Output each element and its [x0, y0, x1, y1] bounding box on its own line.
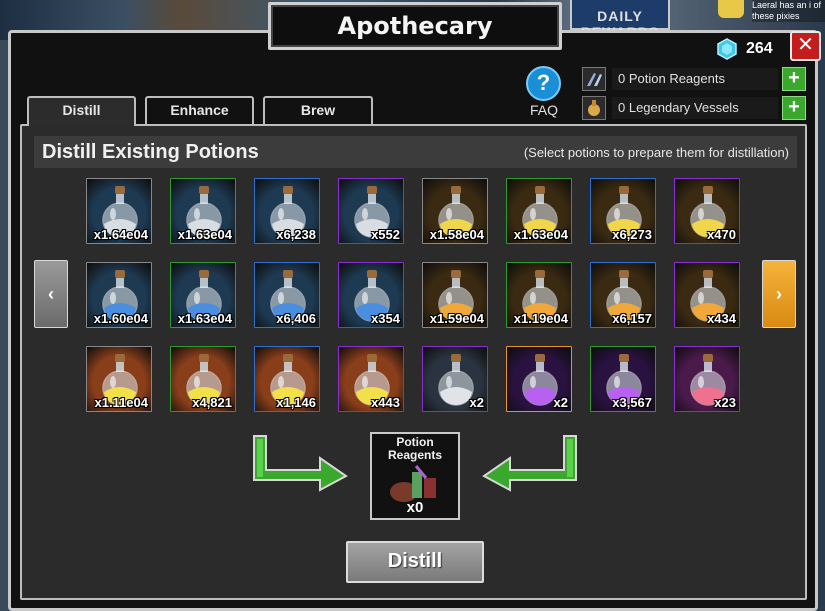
potion-slot[interactable]: x443 [338, 346, 404, 412]
potion-slot[interactable]: x434 [674, 262, 740, 328]
gem-counter: 264 [716, 38, 773, 60]
potion-count: x6,406 [276, 311, 316, 326]
potion-slot[interactable]: x354 [338, 262, 404, 328]
potion-slot[interactable]: x23 [674, 346, 740, 412]
potion-count: x23 [714, 395, 736, 410]
potion-slot[interactable]: x1.60e04 [86, 262, 152, 328]
gem-icon [717, 38, 737, 60]
output-label: Potion Reagents [372, 436, 458, 462]
potion-count: x354 [371, 311, 400, 326]
potion-count: x1.58e04 [429, 227, 484, 242]
potion-slot[interactable]: x1.11e04 [86, 346, 152, 412]
potion-slot[interactable]: x1.59e04 [422, 262, 488, 328]
tab-enhance[interactable]: Enhance [145, 96, 254, 124]
potion-slot[interactable]: x1.63e04 [506, 178, 572, 244]
potion-slot[interactable]: x1.19e04 [506, 262, 572, 328]
background-note: Laeral has an i of these pixies [752, 0, 825, 22]
potion-count: x1.64e04 [93, 227, 148, 242]
potion-slot[interactable]: x1.63e04 [170, 262, 236, 328]
output-reagents-slot: Potion Reagents x0 [370, 432, 460, 520]
tab-distill[interactable]: Distill [27, 96, 136, 126]
panel-hint: (Select potions to prepare them for dist… [523, 144, 789, 160]
potion-count: x2 [469, 395, 484, 410]
potion-slot[interactable]: x6,406 [254, 262, 320, 328]
green-arrow-right-icon [253, 435, 348, 492]
chevron-right-icon: › [776, 283, 782, 304]
potion-count: x2 [553, 395, 568, 410]
resource-row-reagents: 0 Potion Reagents + [582, 67, 808, 91]
faq-label: FAQ [529, 102, 558, 118]
potion-slot[interactable]: x6,238 [254, 178, 320, 244]
potion-count: x552 [371, 227, 400, 242]
potion-slot[interactable]: x470 [674, 178, 740, 244]
potion-slot[interactable]: x6,157 [590, 262, 656, 328]
window-title-box: Apothecary [268, 2, 562, 50]
gem-count: 264 [746, 40, 773, 57]
potion-slot[interactable]: x4,821 [170, 346, 236, 412]
window-title: Apothecary [337, 12, 493, 40]
output-label-line2: Reagents [387, 448, 443, 462]
distill-button[interactable]: Distill [346, 541, 484, 583]
panel-header: Distill Existing Potions (Select potions… [34, 136, 797, 168]
potion-count: x1.63e04 [513, 227, 568, 242]
potion-count: x6,157 [612, 311, 652, 326]
output-count: x0 [406, 499, 424, 516]
daily-rewards-banner: DAILY REWARDS [570, 0, 670, 40]
close-button[interactable]: ✕ [790, 31, 821, 61]
resource-row-vessels: 0 Legendary Vessels + [582, 96, 808, 120]
tab-brew[interactable]: Brew [263, 96, 373, 124]
potion-count: x434 [707, 311, 736, 326]
potion-count: x1.11e04 [94, 395, 148, 410]
legendary-vessels-amount: 0 Legendary Vessels [612, 97, 778, 119]
vessel-icon [582, 96, 606, 120]
potion-count: x1.59e04 [429, 311, 484, 326]
page-left-button[interactable]: ‹ [34, 260, 68, 328]
potion-slot[interactable]: x1.63e04 [170, 178, 236, 244]
chevron-left-icon: ‹ [48, 283, 54, 304]
add-reagents-button[interactable]: + [782, 67, 806, 91]
potion-slot[interactable]: x2 [422, 346, 488, 412]
potion-count: x1,146 [276, 395, 316, 410]
potion-reagents-amount: 0 Potion Reagents [612, 68, 778, 90]
panel-title: Distill Existing Potions [42, 140, 259, 163]
potion-slot[interactable]: x552 [338, 178, 404, 244]
quest-check-icon [718, 0, 744, 18]
potion-count: x1.60e04 [93, 311, 148, 326]
potion-count: x6,273 [612, 227, 652, 242]
potion-count: x443 [371, 395, 400, 410]
green-arrow-left-icon [482, 435, 577, 492]
potion-slot[interactable]: x1.58e04 [422, 178, 488, 244]
potion-count: x1.63e04 [177, 311, 232, 326]
potion-count: x1.19e04 [513, 311, 568, 326]
reagents-bundle-icon [390, 465, 436, 502]
add-vessels-button[interactable]: + [782, 96, 806, 120]
potion-slot[interactable]: x2 [506, 346, 572, 412]
potion-count: x1.63e04 [177, 227, 232, 242]
potion-slot[interactable]: x3,567 [590, 346, 656, 412]
potion-slot[interactable]: x1.64e04 [86, 178, 152, 244]
page-right-button[interactable]: › [762, 260, 796, 328]
faq-button[interactable]: ? [526, 66, 561, 101]
potion-slot[interactable]: x6,273 [590, 178, 656, 244]
potion-slot[interactable]: x1,146 [254, 346, 320, 412]
potion-count: x470 [707, 227, 736, 242]
potion-count: x6,238 [276, 227, 316, 242]
reagent-icon [582, 67, 606, 91]
potion-count: x3,567 [612, 395, 652, 410]
potion-count: x4,821 [192, 395, 232, 410]
